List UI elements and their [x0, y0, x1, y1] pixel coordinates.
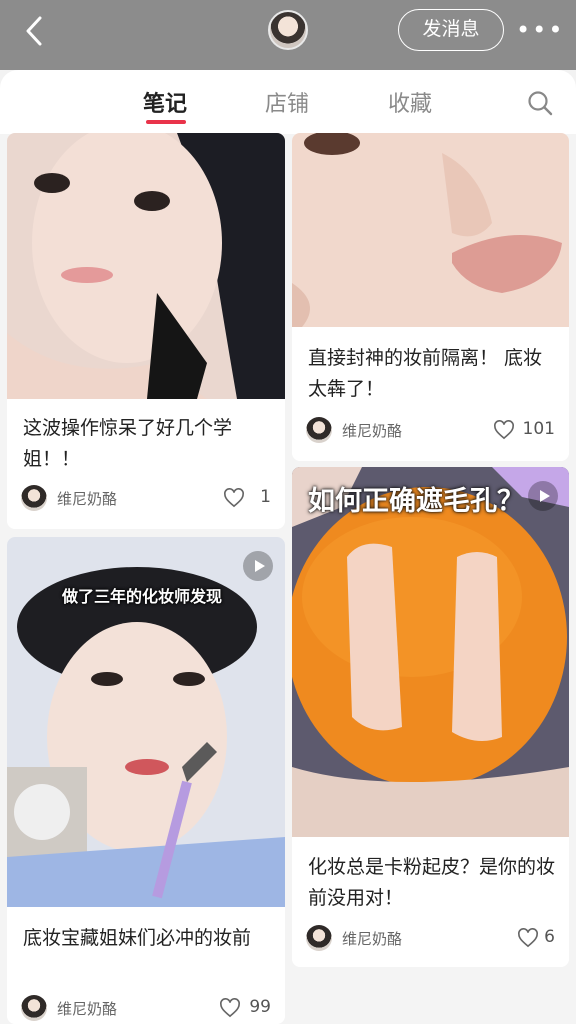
note-title: 化妆总是卡粉起皮？是你的妆前没用对！: [308, 856, 556, 909]
avatar[interactable]: [306, 417, 332, 443]
tab-shop[interactable]: 店铺: [265, 86, 309, 118]
note-meta: 维尼奶酪 99: [21, 995, 271, 1023]
tab-favorites[interactable]: 收藏: [388, 86, 432, 118]
like-button[interactable]: 99: [191, 996, 271, 1020]
note-meta: 维尼奶酪 1: [21, 485, 271, 513]
avatar[interactable]: [306, 925, 332, 951]
note-cover-image: 如何正确遮毛孔？: [292, 467, 569, 837]
author-name[interactable]: 维尼奶酪: [342, 928, 402, 949]
note-card[interactable]: 如何正确遮毛孔？ 化妆总是卡粉起皮？是你的妆前没用对！ 维尼奶酪 6: [292, 467, 569, 967]
content-panel: 笔记 店铺 收藏 这波操作惊呆了好几个学姐！！ 维尼奶酪 1 直接封神的妆前隔离…: [0, 70, 576, 1024]
like-count: 101: [522, 419, 555, 439]
note-card[interactable]: 直接封神的妆前隔离！ 底妆太犇了！ 维尼奶酪 101: [292, 133, 569, 461]
like-button[interactable]: 6: [475, 926, 555, 950]
cover-caption: 做了三年的化妆师发现: [62, 587, 223, 606]
tab-notes[interactable]: 笔记: [143, 86, 187, 118]
cover-caption: 如何正确遮毛孔？: [308, 486, 524, 517]
heart-icon: [224, 488, 244, 508]
author-name[interactable]: 维尼奶酪: [57, 998, 117, 1019]
note-title: 这波操作惊呆了好几个学姐！！: [23, 417, 233, 470]
heart-icon: [518, 928, 538, 948]
send-message-button[interactable]: 发消息: [398, 9, 504, 51]
top-bar: 发消息 •••: [0, 0, 576, 70]
author-name[interactable]: 维尼奶酪: [342, 420, 402, 441]
note-cover-image: [7, 133, 285, 399]
more-icon[interactable]: •••: [516, 16, 562, 44]
note-meta: 维尼奶酪 101: [306, 417, 555, 445]
note-title: 底妆宝藏姐妹们必冲的妆前: [23, 927, 252, 949]
tab-bar: 笔记 店铺 收藏: [0, 70, 576, 134]
note-cover-image: 做了三年的化妆师发现: [7, 537, 285, 907]
like-count: 1: [260, 487, 271, 507]
like-count: 6: [544, 927, 555, 947]
like-button[interactable]: 1: [191, 486, 271, 510]
heart-icon: [220, 998, 240, 1018]
note-card[interactable]: 这波操作惊呆了好几个学姐！！ 维尼奶酪 1: [7, 133, 285, 529]
note-card[interactable]: 做了三年的化妆师发现 底妆宝藏姐妹们必冲的妆前 维尼奶酪 99: [7, 537, 285, 1024]
search-icon[interactable]: [527, 90, 553, 116]
avatar[interactable]: [21, 485, 47, 511]
back-icon[interactable]: [20, 14, 50, 48]
play-icon: [528, 481, 558, 511]
note-title: 直接封神的妆前隔离！ 底妆太犇了！: [308, 347, 543, 400]
like-count: 99: [249, 997, 271, 1017]
play-icon: [243, 551, 273, 581]
note-cover-image: [292, 133, 569, 327]
profile-avatar[interactable]: [268, 10, 308, 50]
avatar[interactable]: [21, 995, 47, 1021]
like-button[interactable]: 101: [475, 418, 555, 442]
heart-icon: [494, 420, 514, 440]
note-meta: 维尼奶酪 6: [306, 925, 555, 953]
author-name[interactable]: 维尼奶酪: [57, 488, 117, 509]
active-tab-indicator: [146, 120, 186, 124]
